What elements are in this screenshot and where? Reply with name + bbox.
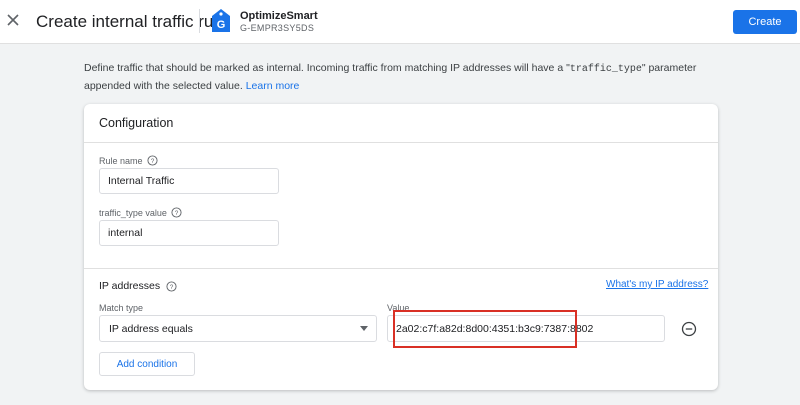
traffic-type-label-text: traffic_type value xyxy=(99,207,167,218)
learn-more-link[interactable]: Learn more xyxy=(246,80,300,92)
card-divider-middle xyxy=(84,268,718,269)
ip-addresses-title: IP addresses ? xyxy=(99,280,177,292)
rule-name-label: Rule name ? xyxy=(99,155,158,166)
value-label: Value xyxy=(387,303,410,313)
card-divider-top xyxy=(84,142,718,143)
svg-text:?: ? xyxy=(150,158,154,165)
rule-name-label-text: Rule name xyxy=(99,155,143,166)
intro-param: traffic_type xyxy=(569,64,642,75)
match-type-value: IP address equals xyxy=(109,323,193,335)
chevron-down-icon xyxy=(360,326,368,331)
page-title: Create internal traffic rule xyxy=(36,12,227,31)
ip-value-input[interactable] xyxy=(387,315,665,342)
rule-name-input[interactable] xyxy=(99,168,279,194)
svg-text:?: ? xyxy=(175,210,179,217)
intro-description: Define traffic that should be marked as … xyxy=(84,60,724,94)
help-icon[interactable]: ? xyxy=(146,155,158,166)
create-button[interactable]: Create xyxy=(733,10,797,34)
property-id: G-EMPR3SY5DS xyxy=(240,23,315,33)
header-divider xyxy=(199,9,200,33)
close-icon[interactable] xyxy=(3,10,23,30)
add-condition-button[interactable]: Add condition xyxy=(99,352,195,376)
property-icon-letter: G xyxy=(217,19,226,31)
whats-my-ip-link[interactable]: What's my IP address? xyxy=(606,279,708,290)
match-type-label: Match type xyxy=(99,303,144,313)
ip-addresses-title-text: IP addresses xyxy=(99,280,161,292)
remove-circle-icon[interactable] xyxy=(681,321,697,337)
help-icon[interactable]: ? xyxy=(171,207,182,218)
match-type-select[interactable]: IP address equals xyxy=(99,315,377,342)
traffic-type-label: traffic_type value ? xyxy=(99,207,182,218)
help-icon[interactable]: ? xyxy=(166,280,177,292)
intro-text-before: Define traffic that should be marked as … xyxy=(84,62,570,74)
svg-text:?: ? xyxy=(170,283,174,290)
top-app-bar: Create internal traffic rule G OptimizeS… xyxy=(0,0,800,44)
traffic-type-input[interactable] xyxy=(99,220,279,246)
configuration-card: Configuration Rule name ? traffic_type v… xyxy=(84,104,718,390)
property-name: OptimizeSmart xyxy=(240,10,318,22)
configuration-title: Configuration xyxy=(99,116,174,130)
property-tag-icon: G xyxy=(212,9,230,32)
